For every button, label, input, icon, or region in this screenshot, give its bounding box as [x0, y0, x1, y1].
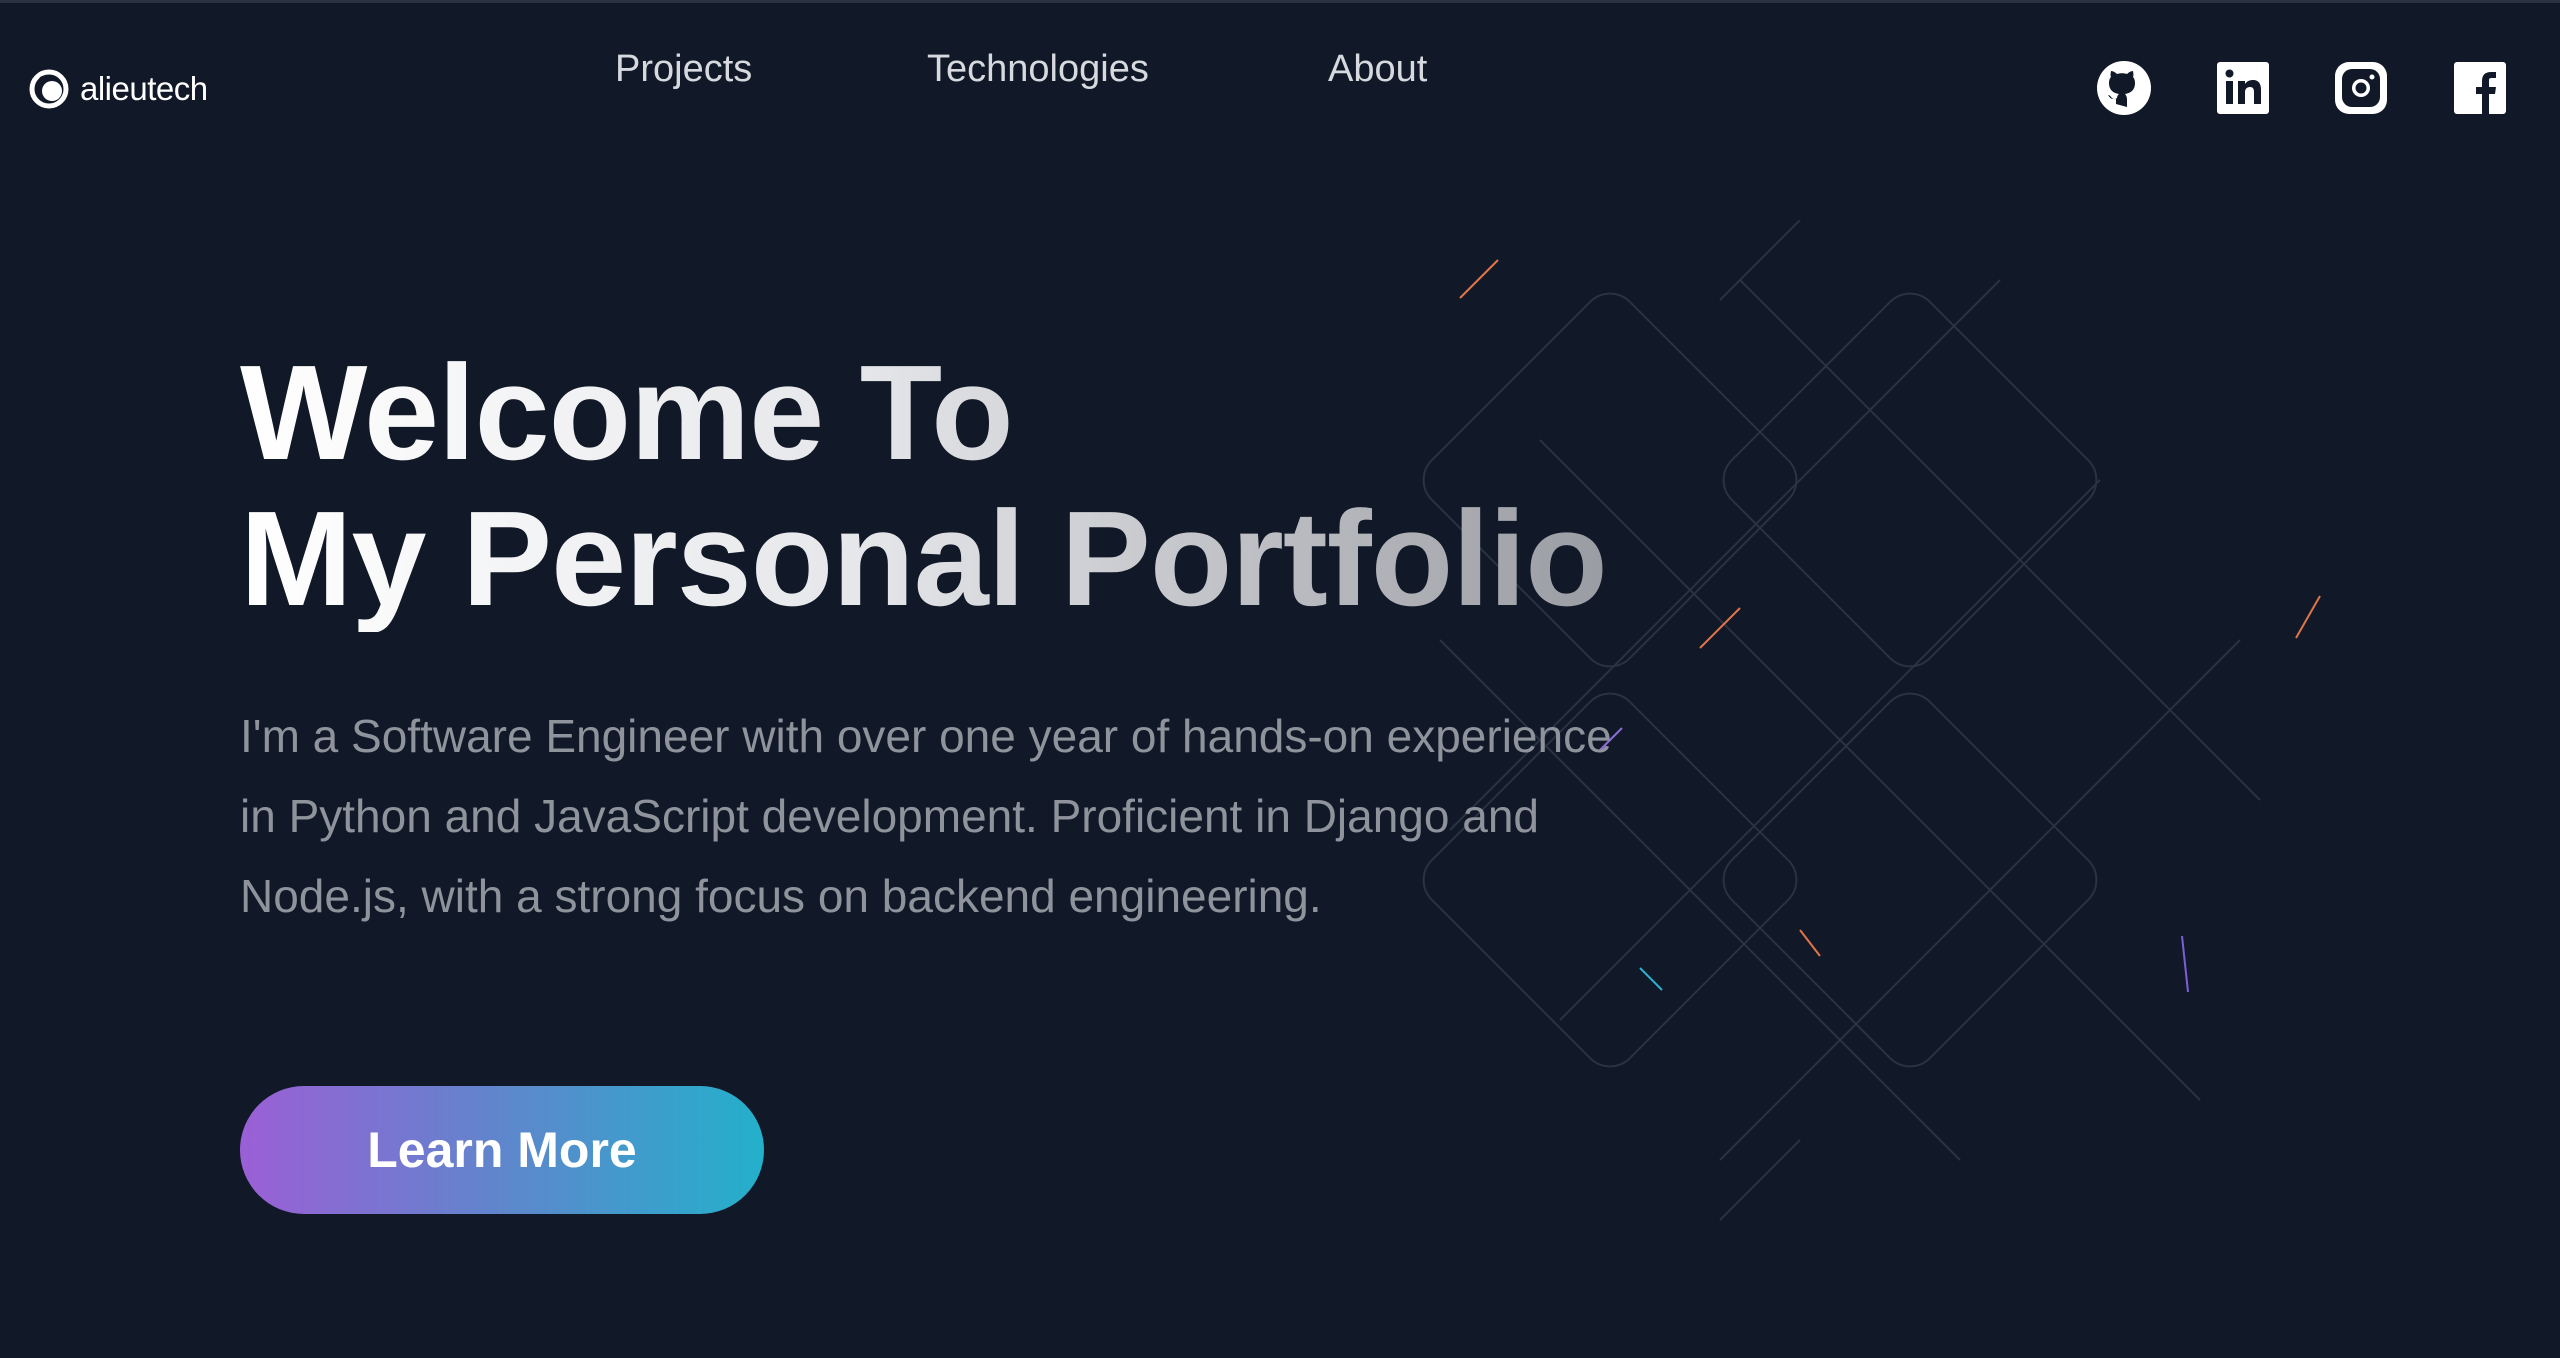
linkedin-link[interactable]: [2215, 60, 2271, 116]
hero-description: I'm a Software Engineer with over one ye…: [240, 710, 1612, 922]
github-icon: [2097, 61, 2151, 115]
github-link[interactable]: [2096, 60, 2152, 116]
hero-title: Welcome To My Personal Portfolio: [240, 340, 1607, 632]
linkedin-icon: [2217, 62, 2269, 114]
hero-title-line-1: Welcome To: [240, 337, 1013, 488]
learn-more-button[interactable]: Learn More: [240, 1086, 764, 1214]
facebook-icon: [2454, 62, 2506, 114]
brand-name: alieutech: [80, 70, 208, 107]
facebook-link[interactable]: [2452, 60, 2508, 116]
navbar: alieutech Projects Technologies About: [0, 0, 2560, 180]
nav-link-technologies[interactable]: Technologies: [927, 48, 1149, 91]
nav-link-about[interactable]: About: [1328, 48, 1427, 91]
brand-link[interactable]: alieutech: [28, 68, 208, 110]
social-links: [2096, 60, 2526, 120]
nav-link-projects[interactable]: Projects: [615, 48, 752, 91]
instagram-link[interactable]: [2333, 60, 2389, 116]
hero-title-line-2: My Personal Portfolio: [240, 483, 1607, 634]
brand-logo-icon: [29, 69, 69, 109]
instagram-icon: [2335, 62, 2387, 114]
